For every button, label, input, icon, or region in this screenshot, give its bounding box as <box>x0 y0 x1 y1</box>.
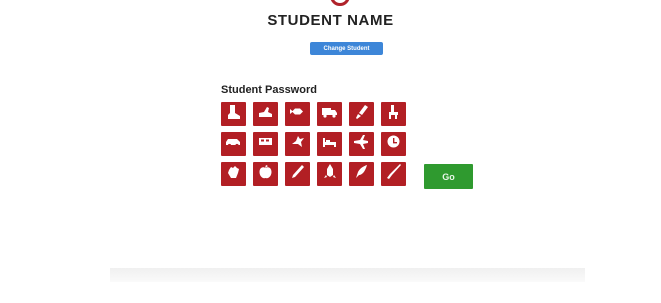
password-tile-hand[interactable] <box>221 162 246 186</box>
rocket-icon <box>321 163 338 185</box>
change-student-button[interactable]: Change Student <box>310 42 383 55</box>
password-tile-car[interactable] <box>221 132 246 156</box>
password-tile-pencil[interactable] <box>285 162 310 186</box>
shoe-icon <box>257 103 274 125</box>
bus-icon <box>257 133 274 155</box>
chair-icon <box>385 103 402 125</box>
password-tile-chair[interactable] <box>381 102 406 126</box>
bird-icon <box>289 133 306 155</box>
footer-shadow <box>110 268 585 282</box>
password-tile-plane[interactable] <box>349 132 374 156</box>
apple-icon <box>257 163 274 185</box>
password-tile-bird[interactable] <box>285 132 310 156</box>
hand-icon <box>225 163 242 185</box>
feather-icon <box>353 163 370 185</box>
password-tile-apple[interactable] <box>253 162 278 186</box>
password-tile-boot[interactable] <box>221 102 246 126</box>
plane-icon <box>353 133 370 155</box>
password-tile-feather[interactable] <box>349 162 374 186</box>
clock-icon <box>385 133 402 155</box>
password-tile-knife[interactable] <box>381 162 406 186</box>
car-icon <box>225 133 242 155</box>
password-tile-truck[interactable] <box>317 102 342 126</box>
password-tile-rocket[interactable] <box>317 162 342 186</box>
boot-icon <box>225 103 242 125</box>
password-tile-fish[interactable] <box>285 102 310 126</box>
password-tile-brush[interactable] <box>349 102 374 126</box>
password-tile-bus[interactable] <box>253 132 278 156</box>
student-name: STUDENT NAME <box>267 12 394 29</box>
bed-icon <box>321 133 338 155</box>
brush-icon <box>353 103 370 125</box>
go-button[interactable]: Go <box>424 164 473 189</box>
password-label: Student Password <box>221 84 317 96</box>
fish-icon <box>289 103 306 125</box>
password-tile-bed[interactable] <box>317 132 342 156</box>
knife-icon <box>385 163 402 185</box>
password-tile-clock[interactable] <box>381 132 406 156</box>
password-tile-shoe[interactable] <box>253 102 278 126</box>
picture-password-grid <box>221 102 410 186</box>
truck-icon <box>321 103 338 125</box>
pencil-icon <box>289 163 306 185</box>
